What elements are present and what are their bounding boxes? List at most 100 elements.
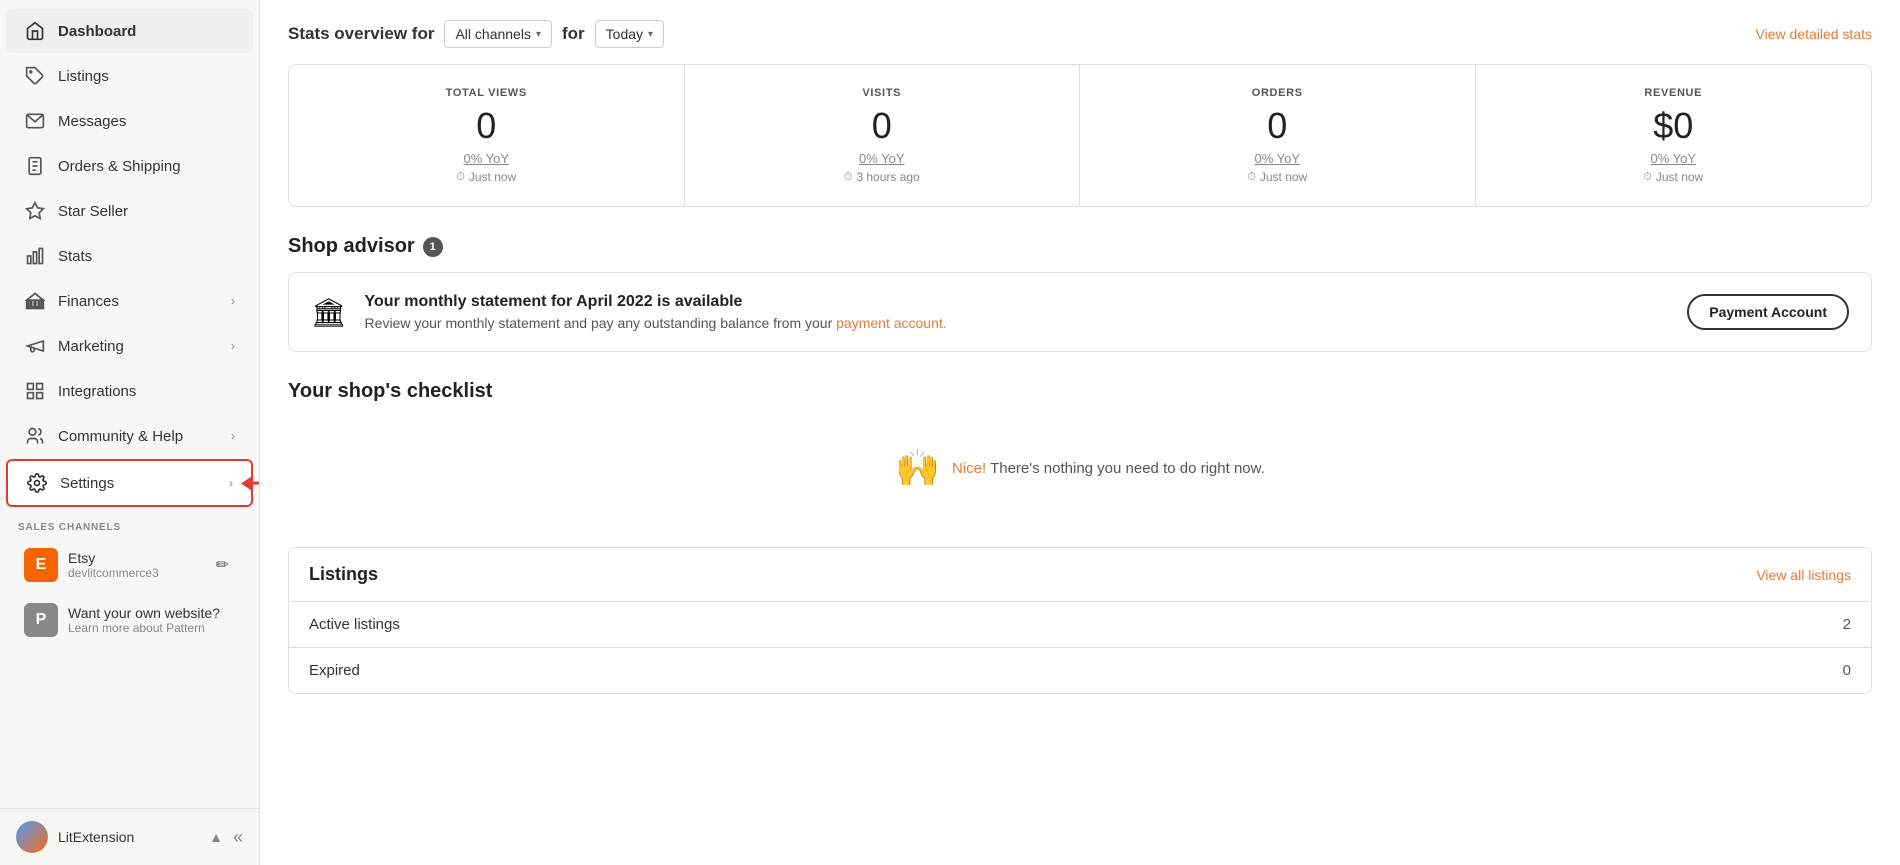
chevron-right-icon: › (231, 429, 235, 443)
for-label: for (562, 24, 585, 44)
etsy-channel[interactable]: E Etsy devlitcommerce3 ✏ (6, 538, 253, 592)
sidebar-item-label: Integrations (58, 383, 235, 400)
channel-dropdown[interactable]: All channels ▾ (444, 20, 552, 48)
stat-time: ⏱ Just now (1100, 170, 1455, 184)
sidebar-item-label: Messages (58, 113, 235, 130)
listing-label: Active listings (309, 616, 400, 633)
sidebar-item-label: Dashboard (58, 23, 235, 40)
view-all-listings-link[interactable]: View all listings (1756, 567, 1851, 583)
sidebar-item-label: Finances (58, 293, 219, 310)
sidebar-item-star-seller[interactable]: Star Seller (6, 189, 253, 233)
sidebar-item-stats[interactable]: Stats (6, 234, 253, 278)
pattern-badge: P (24, 603, 58, 637)
etsy-edit-button[interactable]: ✏ (210, 551, 235, 579)
period-dropdown-value: Today (606, 26, 643, 42)
chevron-down-icon: ▾ (536, 29, 541, 40)
channel-dropdown-value: All channels (455, 26, 531, 42)
pattern-channel-sub: Learn more about Pattern (68, 621, 235, 635)
sidebar-item-settings[interactable]: Settings › (6, 459, 253, 507)
sidebar-item-label: Listings (58, 68, 235, 85)
sidebar-item-finances[interactable]: Finances › (6, 279, 253, 323)
celebration-icon: 🙌 (895, 447, 940, 489)
chevron-up-icon: ▲ (209, 829, 223, 845)
sidebar-item-listings[interactable]: Listings (6, 54, 253, 98)
sidebar-item-label: Star Seller (58, 203, 235, 220)
sidebar-item-dashboard[interactable]: Dashboard (6, 9, 253, 53)
gear-icon (26, 472, 48, 494)
sidebar-item-label: Orders & Shipping (58, 158, 235, 175)
etsy-channel-info: Etsy devlitcommerce3 (68, 550, 200, 580)
mail-icon (24, 110, 46, 132)
stat-value: 0 (309, 105, 664, 147)
stat-card-total-views: TOTAL VIEWS 0 0% YoY ⏱ Just now (289, 65, 685, 206)
listing-row-expired: Expired 0 (289, 647, 1871, 693)
listing-label: Expired (309, 662, 360, 679)
sidebar-item-label: Community & Help (58, 428, 219, 445)
shop-advisor-title: Shop advisor 1 (288, 235, 1872, 258)
sidebar-item-orders-shipping[interactable]: Orders & Shipping (6, 144, 253, 188)
clock-icon: ⏱ (456, 171, 465, 184)
listings-header: Listings View all listings (289, 548, 1871, 601)
stat-value: $0 (1496, 105, 1852, 147)
checklist-title: Your shop's checklist (288, 380, 1872, 403)
chevron-right-icon: › (231, 294, 235, 308)
stat-yoy[interactable]: 0% YoY (309, 151, 664, 166)
star-icon (24, 200, 46, 222)
stat-value: 0 (705, 105, 1060, 147)
stat-yoy[interactable]: 0% YoY (1496, 151, 1852, 166)
advisor-title: Your monthly statement for April 2022 is… (365, 293, 1670, 311)
clock-icon: ⏱ (1643, 171, 1652, 184)
sidebar-item-label: Settings (60, 475, 217, 492)
stat-label: ORDERS (1100, 87, 1455, 99)
footer-label: LitExtension (58, 829, 199, 845)
home-icon (24, 20, 46, 42)
stat-card-revenue: REVENUE $0 0% YoY ⏱ Just now (1476, 65, 1872, 206)
pattern-channel-name: Want your own website? (68, 605, 235, 621)
sidebar-item-marketing[interactable]: Marketing › (6, 324, 253, 368)
clock-icon: ⏱ (1247, 171, 1256, 184)
pattern-channel[interactable]: P Want your own website? Learn more abou… (6, 593, 253, 647)
checklist-empty: 🙌 Nice! There's nothing you need to do r… (288, 417, 1872, 519)
payment-account-button[interactable]: Payment Account (1687, 294, 1849, 330)
stat-label: VISITS (705, 87, 1060, 99)
stat-time: ⏱ Just now (309, 170, 664, 184)
listings-section: Listings View all listings Active listin… (288, 547, 1872, 694)
litextension-logo (16, 821, 48, 853)
pattern-channel-info: Want your own website? Learn more about … (68, 605, 235, 635)
sidebar-item-community-help[interactable]: Community & Help › (6, 414, 253, 458)
tag-icon (24, 65, 46, 87)
sidebar-item-messages[interactable]: Messages (6, 99, 253, 143)
advisor-card: 🏛 Your monthly statement for April 2022 … (288, 272, 1872, 352)
listing-count: 0 (1843, 662, 1851, 679)
people-icon (24, 425, 46, 447)
stat-yoy[interactable]: 0% YoY (1100, 151, 1455, 166)
listing-count: 2 (1843, 616, 1851, 633)
payment-account-link[interactable]: payment account. (836, 315, 947, 331)
etsy-channel-sub: devlitcommerce3 (68, 566, 200, 580)
sidebar-item-label: Marketing (58, 338, 219, 355)
stat-label: TOTAL VIEWS (309, 87, 664, 99)
clock-icon: ⏱ (844, 171, 853, 184)
stats-overview-header: Stats overview for All channels ▾ for To… (288, 20, 1872, 48)
stats-cards: TOTAL VIEWS 0 0% YoY ⏱ Just now VISITS 0… (288, 64, 1872, 207)
chevron-right-icon: › (229, 476, 233, 490)
sidebar-footer: LitExtension ▲ « (0, 808, 259, 865)
advisor-desc: Review your monthly statement and pay an… (365, 315, 1670, 331)
chevron-down-icon: ▾ (648, 29, 653, 40)
stat-time: ⏱ 3 hours ago (705, 170, 1060, 184)
advisor-content: Your monthly statement for April 2022 is… (365, 293, 1670, 331)
listing-row-active: Active listings 2 (289, 601, 1871, 647)
listings-title: Listings (309, 564, 378, 585)
stats-overview-title: Stats overview for (288, 24, 434, 44)
advisor-badge-count: 1 (423, 237, 443, 257)
collapse-sidebar-button[interactable]: « (233, 827, 243, 848)
etsy-badge: E (24, 548, 58, 582)
stat-card-orders: ORDERS 0 0% YoY ⏱ Just now (1080, 65, 1476, 206)
grid-icon (24, 380, 46, 402)
sidebar-item-integrations[interactable]: Integrations (6, 369, 253, 413)
stat-label: REVENUE (1496, 87, 1852, 99)
period-dropdown[interactable]: Today ▾ (595, 20, 664, 48)
stat-yoy[interactable]: 0% YoY (705, 151, 1060, 166)
view-detailed-stats-link[interactable]: View detailed stats (1756, 26, 1872, 42)
checklist-message: Nice! There's nothing you need to do rig… (952, 460, 1265, 477)
